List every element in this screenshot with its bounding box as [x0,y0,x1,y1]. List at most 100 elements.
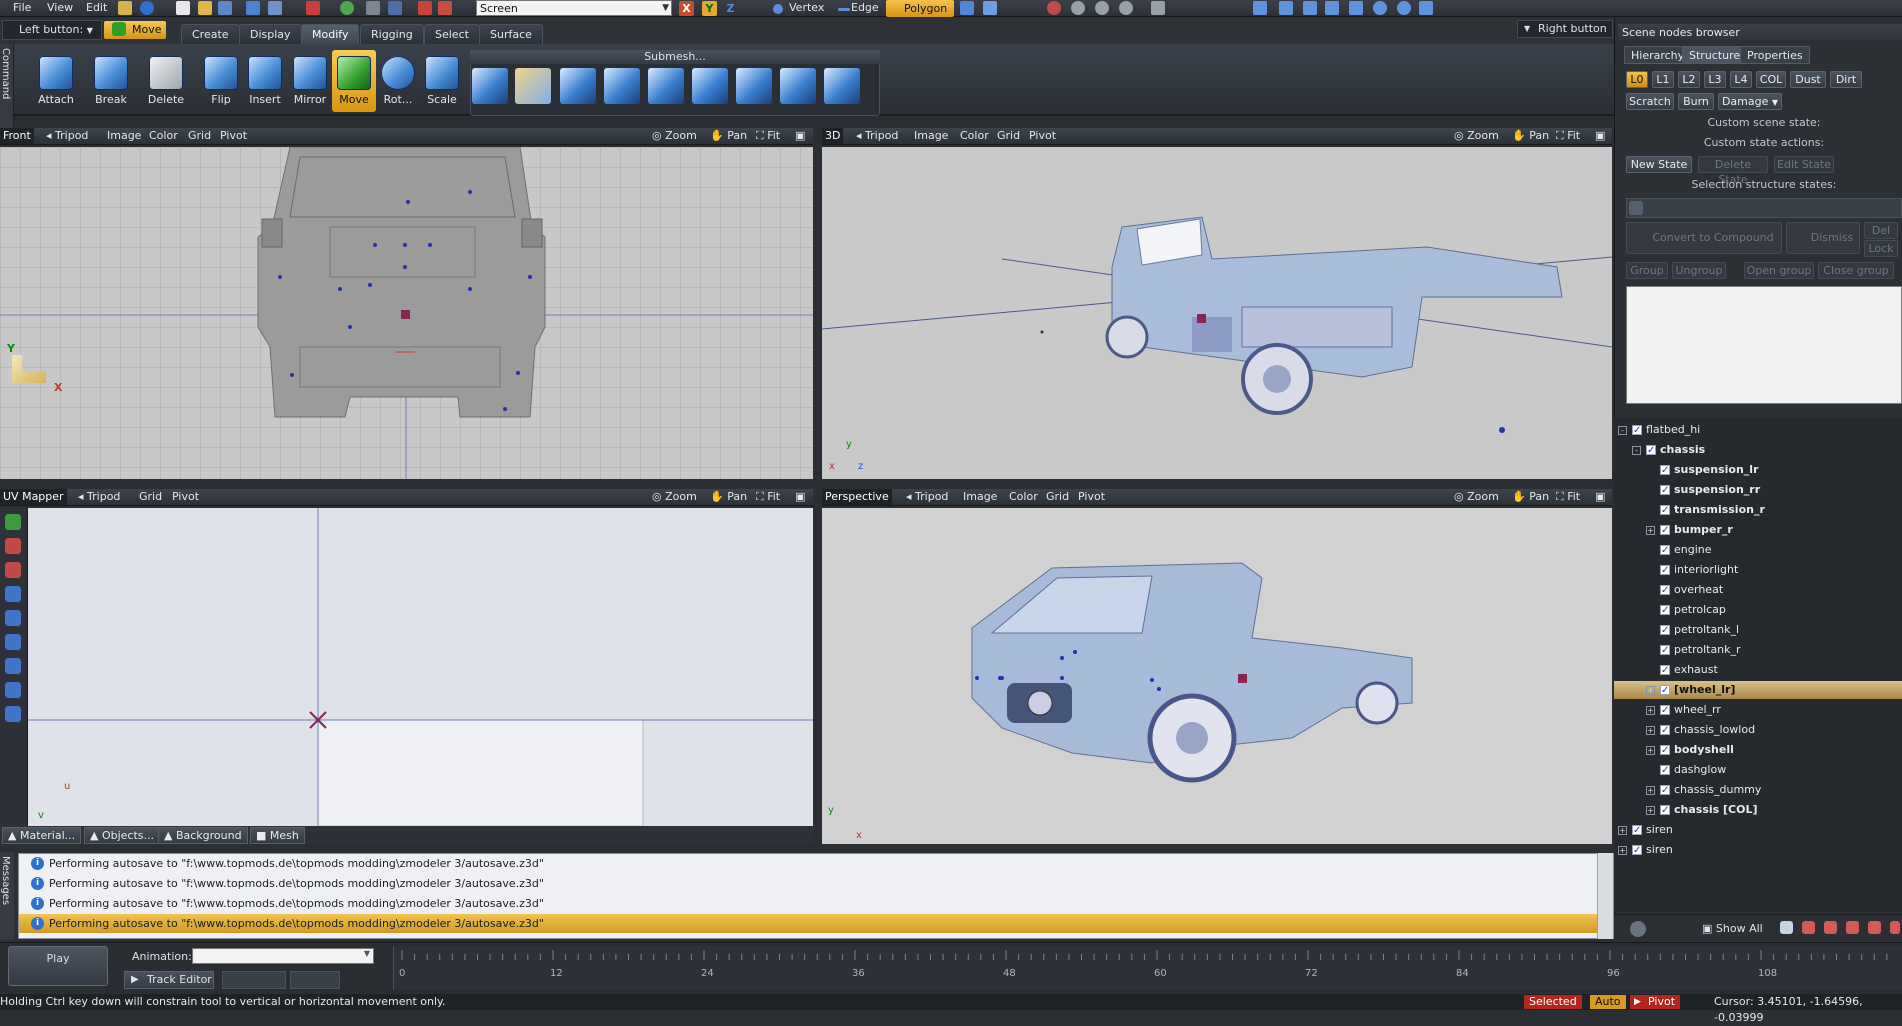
visibility-checkbox[interactable] [1660,462,1670,480]
uv-tool-3-icon[interactable] [5,562,21,578]
visibility-checkbox[interactable] [1660,802,1670,820]
state-list[interactable] [1626,286,1902,404]
3d-color[interactable]: Color [960,128,989,144]
tree-node[interactable]: exhaust [1614,661,1902,680]
left-button-move[interactable]: Move [104,21,166,39]
save-icon[interactable] [218,1,232,15]
primitive-sphere-icon[interactable] [1373,1,1387,15]
search-icon[interactable] [1630,921,1646,937]
3d-viewport[interactable]: y x z [822,147,1612,479]
maximize-icon[interactable]: ▣ [1595,489,1605,505]
3d-viewport-name[interactable]: 3D [822,128,844,144]
copy-icon[interactable] [366,1,380,15]
uv-pan[interactable]: ✋ Pan [710,489,747,505]
front-pivot[interactable]: Pivot [220,128,247,144]
left-button-mode[interactable]: Left button: ▼ [2,20,102,40]
visibility-checkbox[interactable] [1660,762,1670,780]
ungroup-button[interactable]: Ungroup [1672,262,1726,279]
expand-icon[interactable]: + [1646,786,1655,795]
visibility-checkbox[interactable] [1660,582,1670,600]
submesh-extrude-icon[interactable] [472,68,508,104]
open-group-button[interactable]: Open group [1744,262,1814,279]
3d-zoom[interactable]: ◎ Zoom [1454,128,1499,144]
expand-icon[interactable]: + [1646,526,1655,535]
expand-icon[interactable]: + [1646,726,1655,735]
select-all-icon[interactable] [983,1,997,15]
visibility-checkbox[interactable] [1660,562,1670,580]
front-viewport[interactable]: Y X [0,147,813,479]
collapse-icon[interactable]: - [1632,446,1641,455]
front-grid[interactable]: Grid [188,128,211,144]
3d-pan[interactable]: ✋ Pan [1512,128,1549,144]
front-tripod[interactable]: ◂ Tripod [46,128,88,144]
perspective-viewport-name[interactable]: Perspective [822,489,892,505]
persp-zoom[interactable]: ◎ Zoom [1454,489,1499,505]
tree-node[interactable]: + siren [1614,841,1902,860]
vertex-mode-button[interactable]: Vertex [789,1,824,14]
tab-surface[interactable]: Surface [479,24,543,44]
pivot-badge[interactable]: ▶ Pivot [1630,995,1681,1009]
visibility-checkbox[interactable] [1632,422,1642,440]
3d-image[interactable]: Image [914,128,948,144]
material-tab[interactable]: ▲ Material... [2,827,82,844]
show-all-button[interactable]: ▣ Show All [1702,921,1776,938]
attach-button[interactable]: Attach [34,50,78,112]
lod-l3-button[interactable]: L3 [1704,71,1726,88]
front-viewport-name[interactable]: Front [0,128,34,144]
tree-node[interactable]: dashglow [1614,761,1902,780]
polygon-mode-button[interactable]: Polygon [886,0,954,17]
visibility-checkbox[interactable] [1660,542,1670,560]
lock-button[interactable]: Lock [1864,240,1898,257]
tree-node[interactable]: transmission_r [1614,501,1902,520]
front-color[interactable]: Color [149,128,178,144]
uv-tool-9-icon[interactable] [5,706,21,722]
render-icon[interactable] [306,1,320,15]
damage-button[interactable]: Damage ▼ [1718,93,1782,110]
front-image[interactable]: Image [107,128,141,144]
filter-icon[interactable] [1780,921,1793,934]
visibility-checkbox[interactable] [1646,442,1656,460]
persp-pivot[interactable]: Pivot [1078,489,1105,505]
axis-x-button[interactable]: X [679,1,694,16]
maximize-icon[interactable]: ▣ [1595,128,1605,144]
group-button[interactable]: Group [1626,262,1668,279]
submesh-bevel-icon[interactable] [648,68,684,104]
background-tab[interactable]: ▲ Background [158,827,248,844]
tree-node[interactable]: suspension_lr [1614,461,1902,480]
submesh-split-icon[interactable] [604,68,640,104]
visibility-checkbox[interactable] [1660,502,1670,520]
tree-node[interactable]: + [wheel_lr] [1614,681,1902,700]
tool-icon[interactable] [118,1,132,15]
lod-l1-button[interactable]: L1 [1652,71,1674,88]
message-row[interactable]: i Performing autosave to "f:\www.topmods.… [19,874,1597,893]
maximize-icon[interactable]: ▣ [795,128,805,144]
uv-grid[interactable]: Grid [139,489,162,505]
filter-4-icon[interactable] [1846,921,1859,934]
visibility-checkbox[interactable] [1660,662,1670,680]
lock-icon[interactable] [1151,1,1165,15]
visibility-checkbox[interactable] [1660,602,1670,620]
persp-fit[interactable]: ⛶ Fit [1556,489,1580,505]
tree-node[interactable]: + wheel_rr [1614,701,1902,720]
selected-badge[interactable]: Selected [1524,995,1582,1009]
tree-node[interactable]: + bumper_r [1614,521,1902,540]
close-group-button[interactable]: Close group [1818,262,1894,279]
uv-tool-2-icon[interactable] [5,538,21,554]
front-zoom[interactable]: ◎ Zoom [652,128,697,144]
objects-tab[interactable]: ▲ Objects... [84,827,161,844]
uv-tool-6-icon[interactable] [5,634,21,650]
primitive-tube-icon[interactable] [1419,1,1433,15]
uv-fit[interactable]: ⛶ Fit [756,489,780,505]
snap-grid-icon[interactable] [1095,1,1109,15]
key-2-button[interactable] [290,971,340,989]
3d-pivot[interactable]: Pivot [1029,128,1056,144]
submesh-frame-icon[interactable] [824,68,860,104]
tab-rigging[interactable]: Rigging [360,24,424,44]
visibility-checkbox[interactable] [1660,642,1670,660]
burn-button[interactable]: Burn [1678,93,1714,110]
tree-node[interactable]: petrolcap [1614,601,1902,620]
front-pan[interactable]: ✋ Pan [710,128,747,144]
tab-create[interactable]: Create [181,24,240,44]
tab-modify[interactable]: Modify [301,24,360,44]
tree-node[interactable]: petroltank_r [1614,641,1902,660]
